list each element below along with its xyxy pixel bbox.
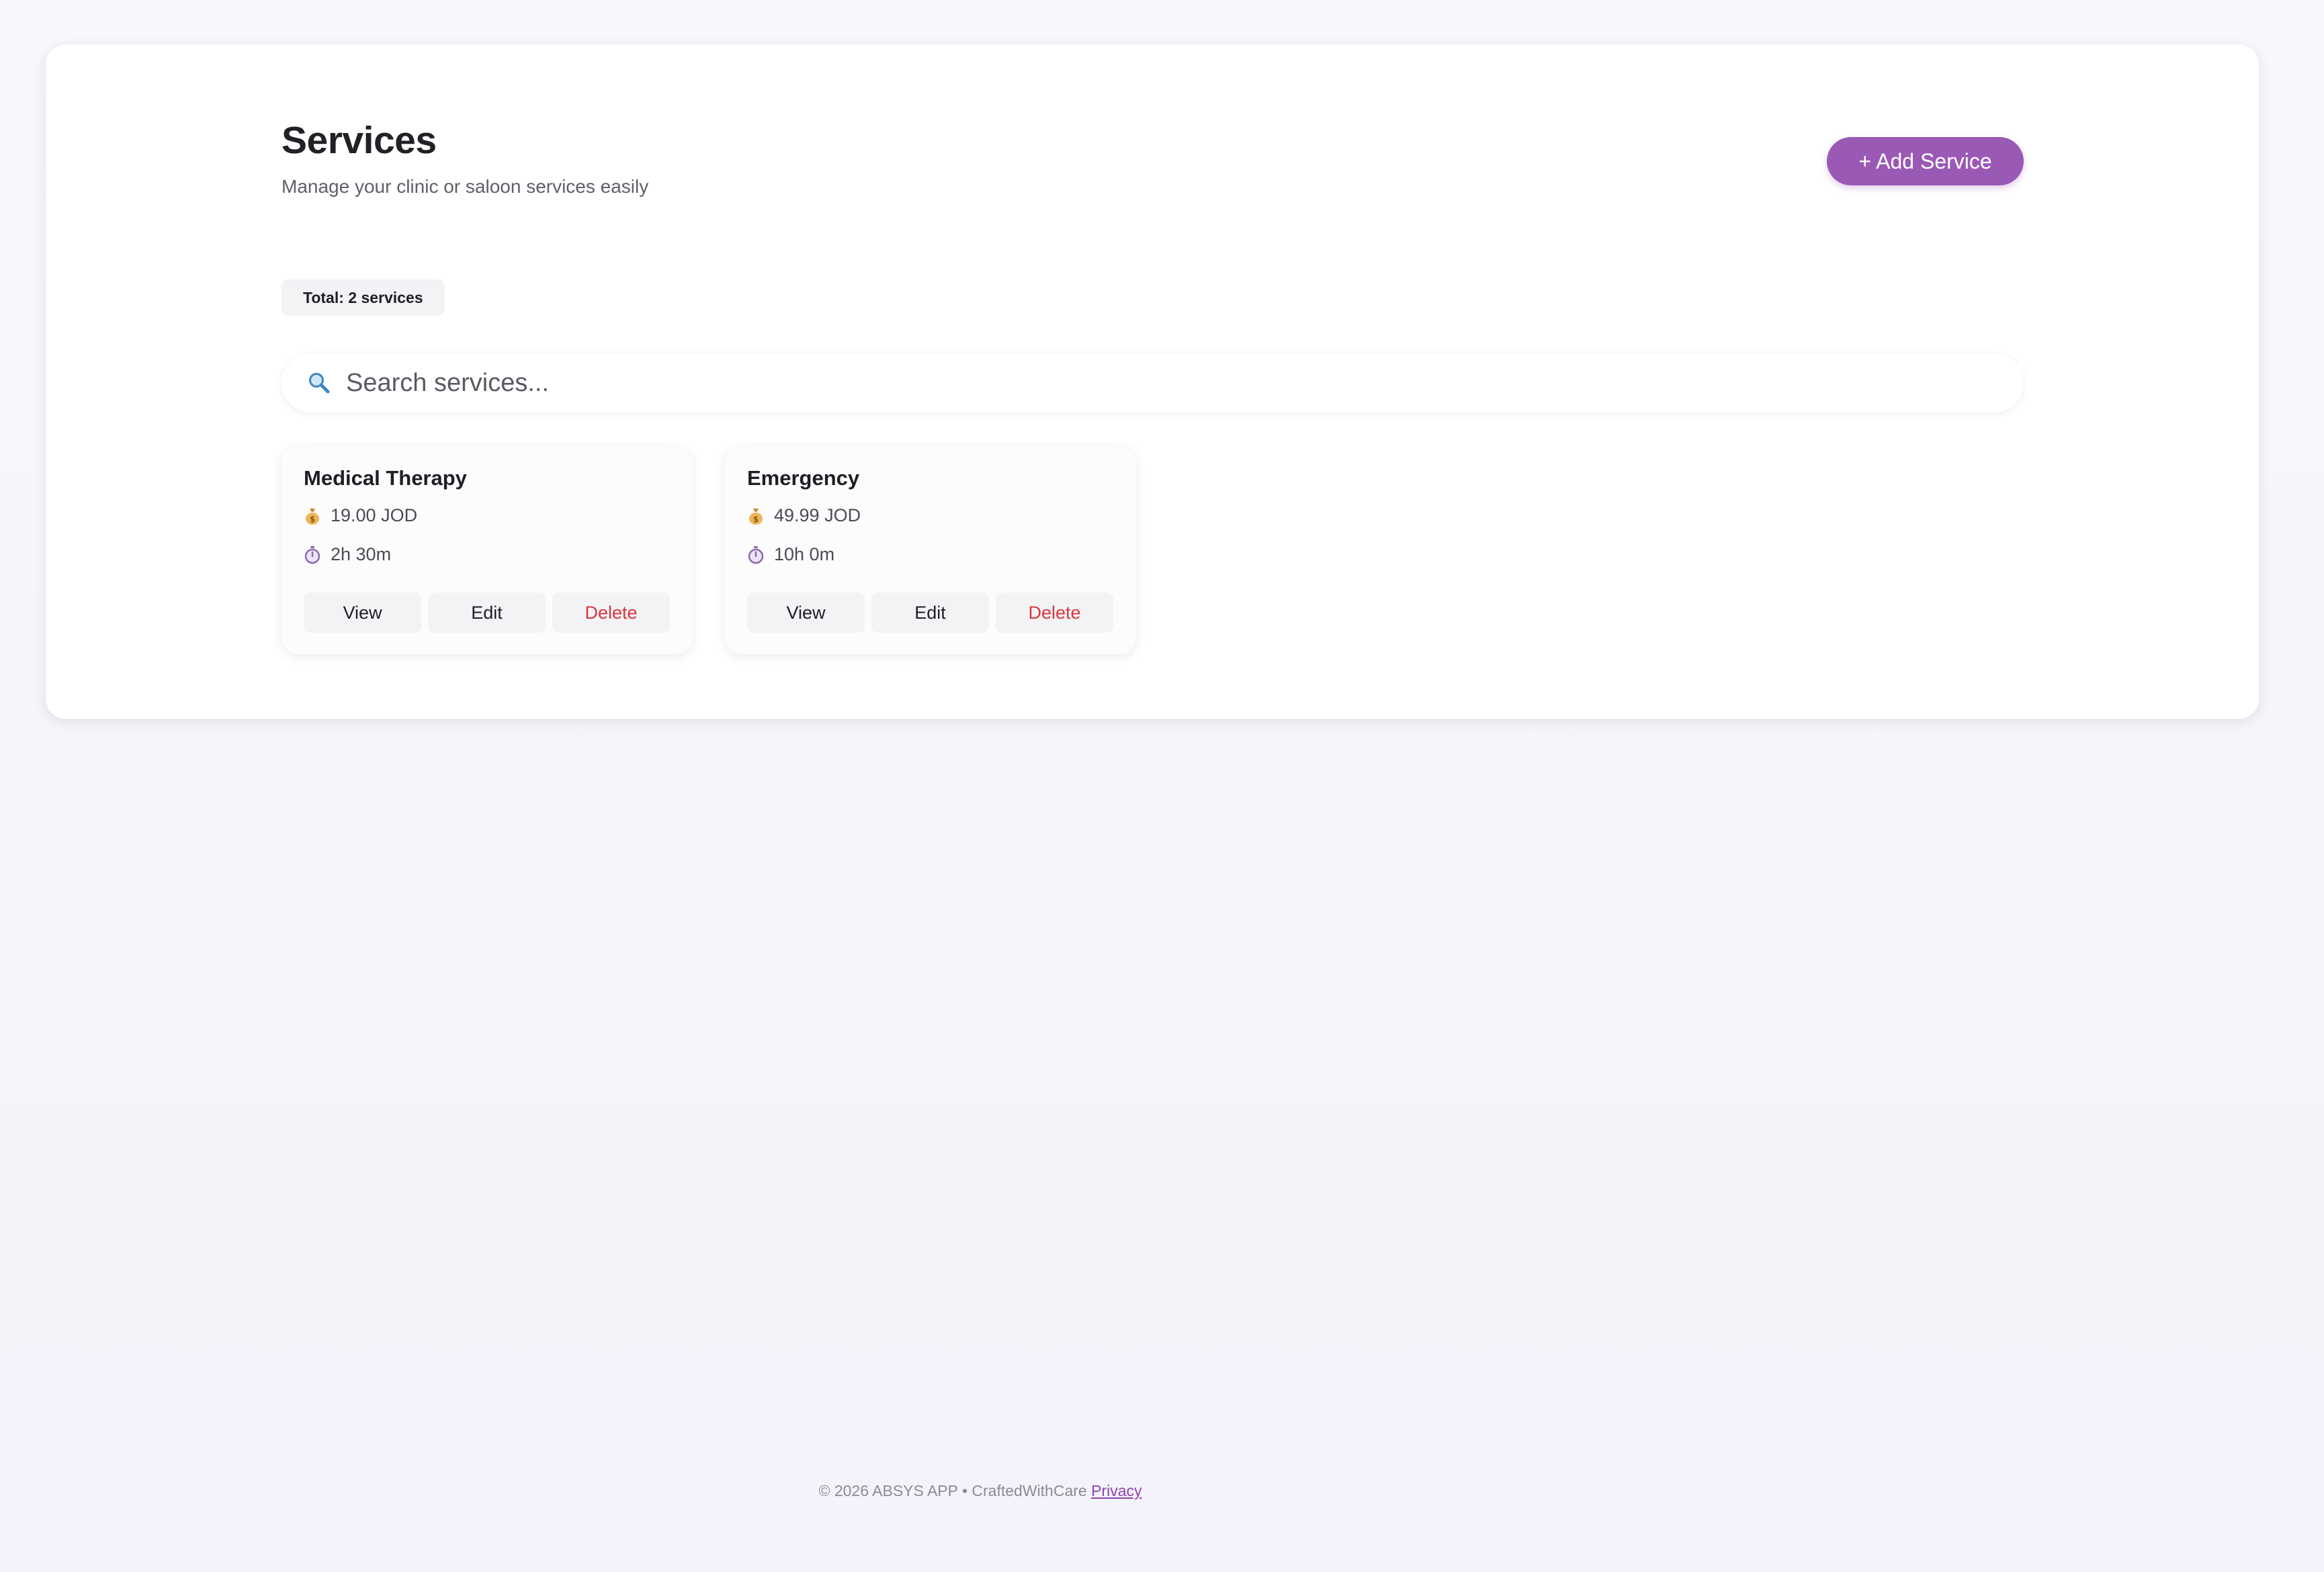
- delete-button[interactable]: Delete: [552, 593, 670, 633]
- edit-button[interactable]: Edit: [428, 593, 546, 633]
- money-bag-icon: $: [747, 506, 765, 526]
- total-services-badge: Total: 2 services: [282, 279, 445, 316]
- money-bag-icon: $: [304, 506, 321, 526]
- service-duration: 10h 0m: [774, 544, 835, 564]
- delete-button[interactable]: Delete: [996, 593, 1113, 633]
- service-price-row: $ 19.00 JOD: [304, 505, 417, 526]
- service-price: 49.99 JOD: [774, 505, 861, 525]
- service-duration: 2h 30m: [331, 544, 392, 564]
- service-name: Emergency: [747, 466, 860, 490]
- add-service-button[interactable]: + Add Service: [1827, 137, 2024, 185]
- page-subtitle: Manage your clinic or saloon services ea…: [282, 176, 649, 197]
- search-bar[interactable]: [282, 353, 2024, 412]
- services-content: Services Manage your clinic or saloon se…: [282, 44, 2024, 719]
- privacy-link[interactable]: Privacy: [1091, 1482, 1142, 1499]
- edit-button[interactable]: Edit: [871, 593, 989, 633]
- service-name: Medical Therapy: [304, 466, 467, 490]
- view-button[interactable]: View: [304, 593, 421, 633]
- view-button[interactable]: View: [747, 593, 865, 633]
- service-price-row: $ 49.99 JOD: [747, 505, 861, 526]
- stopwatch-icon: [747, 545, 765, 565]
- svg-text:$: $: [310, 515, 315, 524]
- services-panel: Services Manage your clinic or saloon se…: [46, 44, 2259, 719]
- service-price: 19.00 JOD: [331, 505, 418, 525]
- service-actions: View Edit Delete: [747, 593, 1113, 633]
- service-card: Emergency $ 49.99 JOD 10h 0m View Edit D…: [725, 446, 1136, 654]
- search-input[interactable]: [346, 368, 1959, 398]
- service-duration-row: 2h 30m: [304, 544, 391, 565]
- service-actions: View Edit Delete: [304, 593, 670, 633]
- services-list: Medical Therapy $ 19.00 JOD 2h 30m View …: [282, 446, 1136, 654]
- service-duration-row: 10h 0m: [747, 544, 834, 565]
- service-card: Medical Therapy $ 19.00 JOD 2h 30m View …: [282, 446, 693, 654]
- search-icon: [306, 369, 333, 396]
- page-title: Services: [282, 119, 437, 162]
- footer: © 2026 ABSYS APP • CraftedWithCare Priva…: [0, 1482, 1961, 1500]
- svg-text:$: $: [753, 515, 759, 524]
- footer-text: © 2026 ABSYS APP • CraftedWithCare: [818, 1482, 1087, 1499]
- stopwatch-icon: [304, 545, 321, 565]
